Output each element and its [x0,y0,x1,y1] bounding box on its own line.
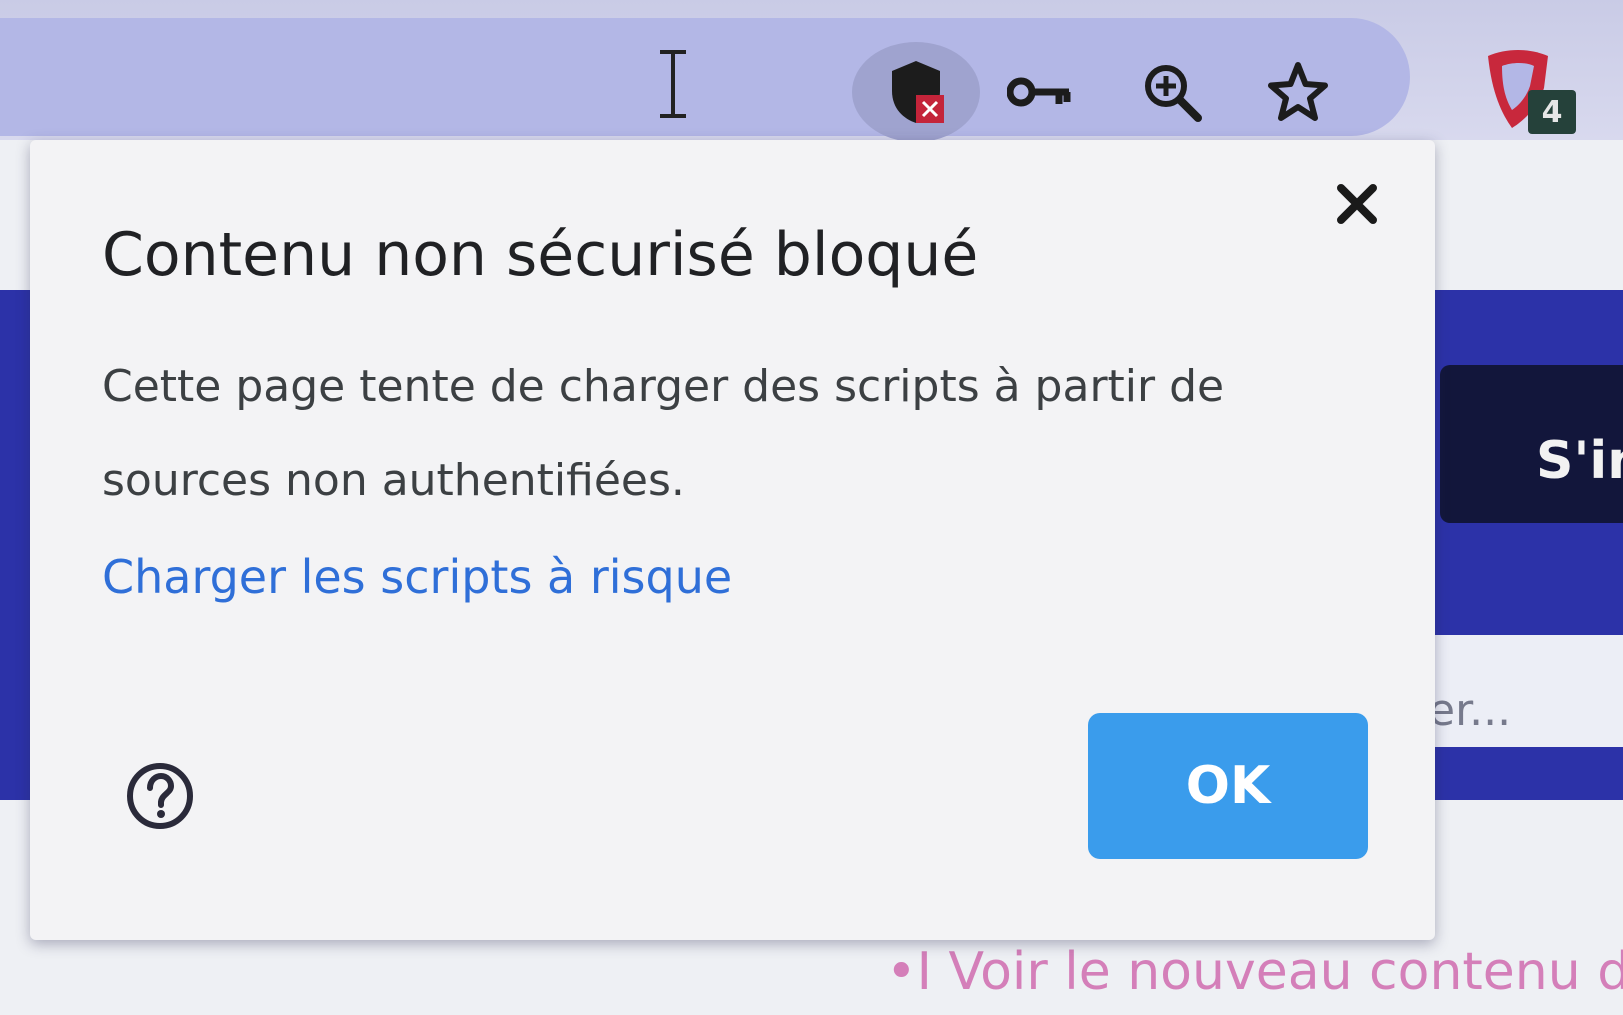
zoom-in-icon[interactable] [1136,56,1208,128]
close-button[interactable] [1327,174,1387,234]
star-icon[interactable] [1262,56,1334,128]
search-placeholder-text: er... [1428,685,1512,736]
key-icon[interactable] [1004,56,1076,128]
extension-badge: 4 [1528,90,1576,134]
close-icon [1337,184,1377,224]
shield-blocked-icon[interactable] [852,42,980,142]
text-cursor-icon [660,50,686,118]
ok-button[interactable]: OK [1088,713,1368,859]
dialog-message: Cette page tente de charger des scripts … [102,361,1225,506]
dialog-title: Contenu non sécurisé bloqué [102,220,979,290]
insecure-content-dialog: Contenu non sécurisé bloqué Cette page t… [30,140,1435,940]
new-content-link[interactable]: •I Voir le nouveau contenu d [886,942,1623,1002]
load-unsafe-scripts-link[interactable]: Charger les scripts à risque [102,550,732,604]
help-icon[interactable] [124,760,196,832]
browser-toolbar: 4 [0,0,1623,142]
signin-button[interactable]: S'in [1440,365,1623,523]
address-bar[interactable] [0,18,1410,142]
